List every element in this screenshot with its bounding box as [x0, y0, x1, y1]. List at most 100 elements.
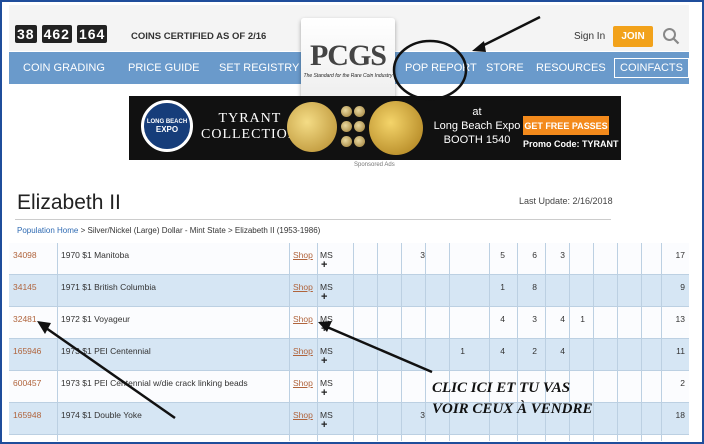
nav-store[interactable]: STORE [486, 52, 524, 84]
pcgs-logo[interactable]: PCGS The Standard for the Rare Coin Indu… [301, 18, 395, 100]
population-count: 4 [500, 346, 505, 356]
annotation-caption-line1: CLIC ICI ET TU VAS [432, 380, 571, 396]
population-count: 4 [560, 346, 565, 356]
shop-link[interactable]: Shop [293, 378, 313, 388]
breadcrumb-separator: > [80, 226, 86, 235]
column-divider [661, 243, 662, 441]
population-count: 5 [500, 250, 505, 260]
logo-tagline: The Standard for the Rare Coin Industry [303, 73, 393, 79]
population-count: 6 [532, 250, 537, 260]
shop-link[interactable]: Shop [293, 346, 313, 356]
table-row: 600457 1973 $1 PEI Centennial w/die crack… [9, 371, 689, 403]
shop-link[interactable]: Shop [293, 410, 313, 420]
small-coin-image [354, 121, 365, 132]
small-coin-image [354, 136, 365, 147]
logo-text: PCGS [309, 39, 387, 72]
nav-pop-report[interactable]: POP REPORT [405, 52, 477, 84]
badge-line2: EXPO [155, 124, 179, 134]
coin-number-link[interactable]: 165948 [13, 410, 41, 420]
population-count: 4 [500, 314, 505, 324]
join-button[interactable]: JOIN [613, 26, 653, 47]
coin-description: 1971 $1 British Columbia [61, 282, 156, 292]
promo-code: Promo Code: TYRANT [523, 139, 619, 149]
counter-digits: 38 [17, 26, 35, 42]
breadcrumb-series: Elizabeth II (1953-1986) [234, 226, 321, 235]
column-divider [617, 243, 618, 441]
nav-coin-grading[interactable]: COIN GRADING [23, 52, 105, 84]
column-divider [377, 243, 378, 441]
table-row: 34145 1971 $1 British Columbia Shop MS +1 8 9 [9, 275, 689, 307]
annotation-caption-line2: VOIR CEUX À VENDRE [432, 401, 593, 417]
population-count: 8 [532, 282, 537, 292]
population-count: 1 [580, 314, 585, 324]
expo-booth: BOOTH 1540 [443, 134, 511, 146]
table-row: 34098 1970 $1 Manitoba Shop MS +3 5 6 3 17 [9, 243, 689, 275]
expo-details: at Long Beach Expo BOOTH 1540 [425, 105, 529, 147]
coin-number-link[interactable]: 165946 [13, 346, 41, 356]
population-count: 1 [460, 346, 465, 356]
population-count: 2 [532, 346, 537, 356]
small-coin-image [341, 121, 352, 132]
last-update: Last Update: 2/16/2018 [519, 196, 613, 206]
expand-plus-icon[interactable]: + [321, 323, 327, 335]
population-count: 11 [676, 346, 685, 356]
nav-price-guide[interactable]: PRICE GUIDE [128, 52, 200, 84]
title-divider [15, 219, 611, 220]
column-divider [57, 243, 58, 441]
page-title: Elizabeth II [17, 191, 121, 214]
expand-plus-icon[interactable]: + [321, 419, 327, 431]
column-divider [317, 243, 318, 441]
column-divider [425, 243, 426, 441]
free-passes-button[interactable]: GET FREE PASSES [523, 116, 609, 135]
expand-plus-icon[interactable]: + [321, 387, 327, 399]
counter-group: 462 [41, 25, 72, 43]
coin-description: 1970 $1 Manitoba [61, 250, 130, 260]
collection-line1: TYRANT [218, 111, 282, 126]
sponsored-label: Sponsored Ads [354, 162, 395, 168]
shop-link[interactable]: Shop [293, 250, 313, 260]
search-icon[interactable] [662, 27, 680, 45]
nav-resources[interactable]: RESOURCES [536, 52, 606, 84]
collection-line2: COLLECTION [201, 127, 299, 142]
coin-description: 1973 $1 PEI Centennial w/die crack linki… [61, 378, 248, 388]
column-divider [593, 243, 594, 441]
expand-plus-icon[interactable]: + [321, 259, 327, 271]
table-row: 32481 1972 $1 Voyageur Shop MS +4 3 4 1 13 [9, 307, 689, 339]
population-count: 3 [560, 250, 565, 260]
coin-number-link[interactable]: 34145 [13, 282, 37, 292]
population-count: 9 [680, 282, 685, 292]
counter-digits: 164 [78, 26, 106, 42]
expand-plus-icon[interactable]: + [321, 291, 327, 303]
expo-name: Long Beach Expo [433, 120, 521, 132]
nav-set-registry[interactable]: SET REGISTRY [219, 52, 299, 84]
coin-description: 1972 $1 Voyageur [61, 314, 131, 324]
population-count: 2 [680, 378, 685, 388]
shop-link[interactable]: Shop [293, 314, 313, 324]
nav-coinfacts[interactable]: COINFACTS [614, 58, 689, 78]
column-divider [401, 243, 402, 441]
counter-group: 164 [76, 25, 108, 43]
coin-number-link[interactable]: 34098 [13, 250, 37, 260]
population-count: 4 [560, 314, 565, 324]
certified-counter: 38 462 164 [15, 25, 110, 43]
banner-ad[interactable]: LONG BEACH EXPO TYRANT COLLECTION at Lon… [129, 96, 621, 160]
breadcrumb-separator: > [228, 226, 233, 235]
sign-in-link[interactable]: Sign In [574, 31, 605, 42]
population-count: 1 [500, 282, 505, 292]
breadcrumb-category[interactable]: Silver/Nickel (Large) Dollar - Mint Stat… [88, 226, 226, 235]
expand-plus-icon[interactable]: + [321, 355, 327, 367]
population-count: 17 [675, 250, 685, 260]
breadcrumb: Population Home > Silver/Nickel (Large) … [17, 226, 320, 235]
counter-digits: 462 [43, 26, 70, 42]
coin-number-link[interactable]: 32481 [13, 314, 37, 324]
population-count: 3 [420, 410, 425, 420]
breadcrumb-population-home[interactable]: Population Home [17, 226, 78, 235]
counter-group: 38 [15, 25, 37, 43]
small-coin-image [341, 136, 352, 147]
population-count: 18 [675, 410, 685, 420]
coin-description: 1973 $1 PEI Centennial [61, 346, 151, 356]
coin-number-link[interactable]: 600457 [13, 378, 41, 388]
population-count: 3 [420, 250, 425, 260]
tyrant-collection-title: TYRANT COLLECTION [201, 111, 299, 143]
shop-link[interactable]: Shop [293, 282, 313, 292]
